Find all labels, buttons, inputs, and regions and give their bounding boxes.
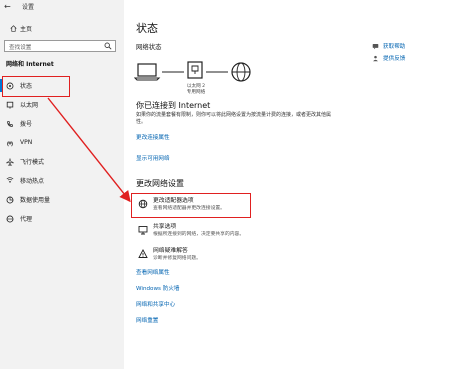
internet-globe-icon: [231, 62, 251, 82]
main-panel: 状态 网络状态 获取帮助 提供反馈 以太网 2 专用网络 你已连接到 Inter…: [124, 0, 474, 369]
sidebar-item-hotspot[interactable]: 移动热点: [0, 171, 124, 190]
help-icon: [372, 43, 379, 49]
network-sharing-center-link[interactable]: 网络和共享中心: [136, 300, 175, 308]
vpn-icon: [7, 140, 13, 146]
sidebar-item-ethernet[interactable]: 以太网: [0, 95, 124, 114]
connection-description: 如果你的流量套餐有限制，则你可以将此网络设置为按流量计费的连接，或者更改其他属性…: [136, 112, 332, 125]
back-arrow-icon[interactable]: ←: [4, 2, 11, 11]
feedback-link[interactable]: 提供反馈: [372, 52, 405, 64]
option-subtitle: 根据所连接到的网络，决定要共享的内容。: [153, 232, 245, 237]
page-title: 状态: [136, 22, 158, 35]
sidebar-item-data-usage[interactable]: 数据使用量: [0, 190, 124, 209]
window-title: 设置: [22, 4, 35, 11]
sidebar-item-label: 拨号: [20, 121, 33, 128]
show-available-networks-link[interactable]: 显示可用网络: [136, 154, 170, 162]
sidebar-item-proxy[interactable]: 代理: [0, 209, 124, 228]
windows-firewall-link[interactable]: Windows 防火墙: [136, 284, 180, 292]
sidebar-item-label: 移动热点: [20, 178, 45, 185]
airplane-icon: [6, 157, 14, 165]
search-placeholder: 查找设置: [9, 45, 32, 51]
diagram-label-line2: 专用网络: [186, 90, 206, 95]
sidebar-item-label: 代理: [20, 216, 33, 223]
sidebar-item-dialup[interactable]: 拨号: [0, 114, 124, 133]
sidebar-nav: 状态 以太网 拨号 VPN 飞行模式 移动热点 数据使用量 代理: [0, 76, 124, 228]
data-usage-icon: [6, 196, 14, 203]
sidebar-item-airplane[interactable]: 飞行模式: [0, 152, 124, 171]
home-link[interactable]: 主页: [10, 24, 32, 33]
get-help-label: 获取帮助: [383, 44, 406, 50]
search-input[interactable]: 查找设置: [4, 40, 116, 52]
option-sharing[interactable]: 共享选项 根据所连接到的网络，决定要共享的内容。: [138, 224, 244, 238]
sidebar-item-vpn[interactable]: VPN: [0, 133, 124, 152]
network-status-label: 网络状态: [136, 43, 162, 51]
home-icon: [10, 25, 17, 32]
troubleshoot-icon: [138, 249, 148, 258]
search-icon[interactable]: [104, 42, 112, 50]
highlight-box-adapter-options: [131, 193, 251, 218]
dialup-icon: [7, 120, 13, 127]
highlight-box-status: [2, 76, 70, 97]
sidebar-section-title: 网络和 Internet: [6, 61, 54, 68]
sidebar-item-label: 数据使用量: [20, 197, 51, 204]
sidebar-item-label: VPN: [20, 139, 33, 146]
ethernet-icon: [6, 101, 14, 109]
change-network-settings-title: 更改网络设置: [136, 179, 184, 188]
option-subtitle: 诊断并修复网络问题。: [153, 256, 201, 261]
computer-icon: [134, 63, 161, 81]
sidebar-item-label: 飞行模式: [20, 159, 45, 166]
sidebar: ← 设置 主页 查找设置 网络和 Internet 状态 以太网 拨号 VPN …: [0, 0, 124, 369]
connected-title: 你已连接到 Internet: [136, 101, 211, 110]
sharing-icon: [138, 226, 148, 235]
diagram-label: 以太网 2 专用网络: [176, 84, 216, 96]
feedback-label: 提供反馈: [383, 56, 406, 62]
network-reset-link[interactable]: 网络重置: [136, 316, 158, 324]
feedback-icon: [373, 55, 378, 61]
option-troubleshoot[interactable]: 网络疑难解答 诊断并修复网络问题。: [138, 248, 201, 262]
proxy-icon: [6, 215, 14, 222]
home-label: 主页: [20, 26, 33, 33]
ethernet-adapter-icon: [187, 61, 203, 79]
title-bar: ← 设置: [0, 0, 124, 12]
help-links: 获取帮助 提供反馈: [372, 40, 405, 64]
sidebar-item-label: 以太网: [20, 102, 39, 109]
get-help-link[interactable]: 获取帮助: [372, 40, 405, 52]
hotspot-icon: [6, 176, 14, 183]
view-network-properties-link[interactable]: 查看网络属性: [136, 268, 170, 276]
option-title: 网络疑难解答: [153, 248, 188, 254]
change-connection-properties-link[interactable]: 更改连接属性: [136, 133, 170, 141]
option-title: 共享选项: [153, 224, 177, 230]
